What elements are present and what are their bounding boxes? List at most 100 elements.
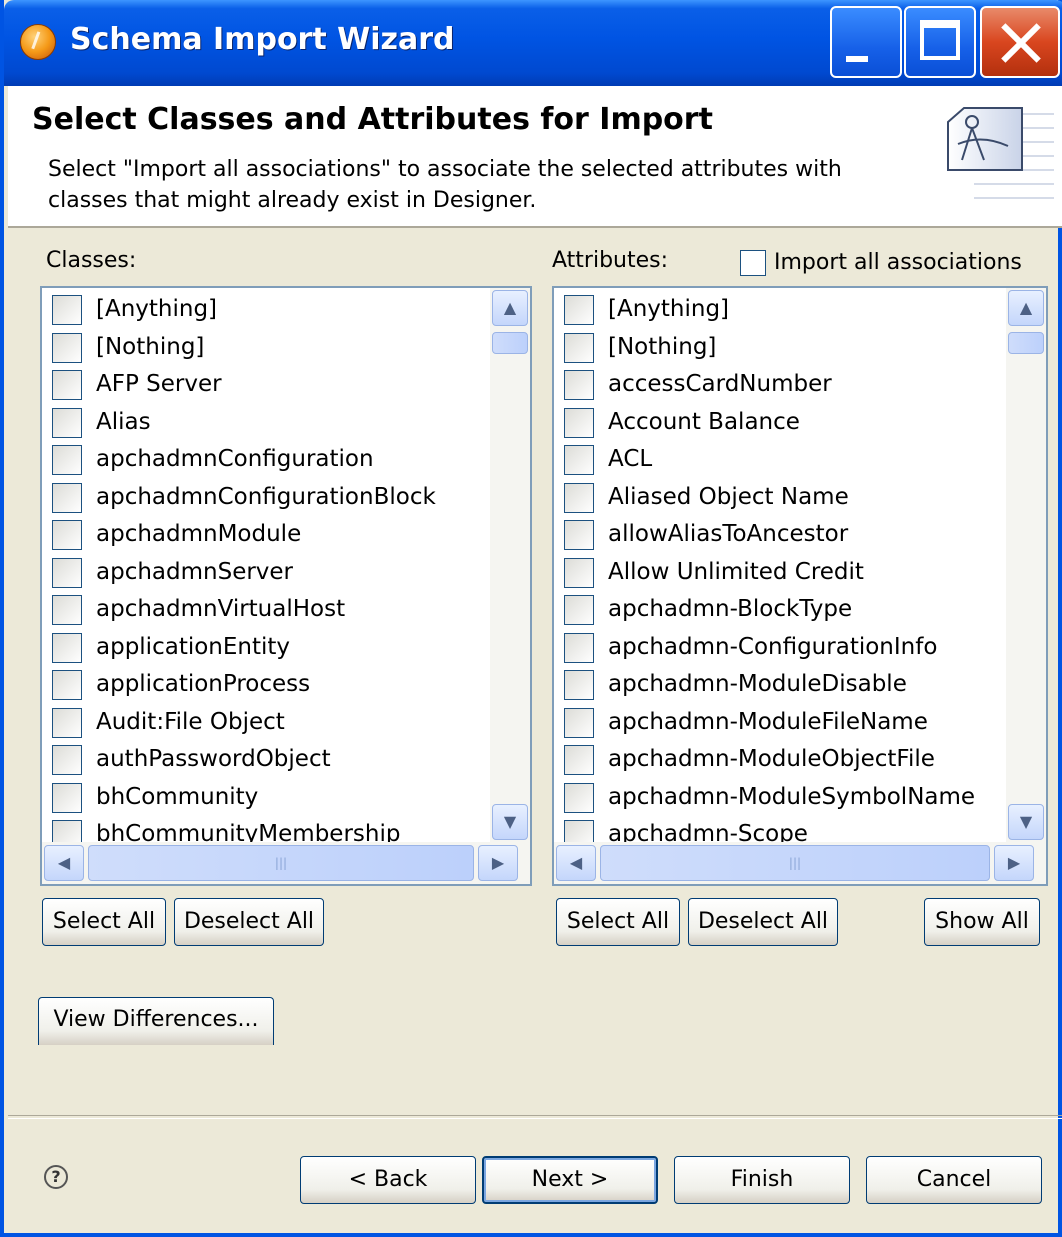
attributes-select-all-button[interactable]: Select All (556, 898, 680, 946)
cancel-button[interactable]: Cancel (866, 1156, 1042, 1204)
attribute-item-checkbox[interactable] (564, 407, 594, 438)
class-item-checkbox[interactable] (52, 670, 82, 700)
classes-list[interactable]: [Anything] [Nothing] AFP Server Alias apchad… (40, 286, 532, 886)
attribute-item-label: Account Balance (608, 408, 800, 435)
attribute-item-label: ACL (608, 446, 653, 472)
attribute-item-label: accessCardNumber (608, 371, 832, 397)
scroll-right-icon[interactable]: ▶ (478, 845, 518, 881)
scroll-left-icon[interactable]: ◀ (44, 845, 84, 881)
class-item-label: apchadmnServer (96, 558, 294, 585)
footer-separator (8, 1115, 1062, 1119)
page-description: Select "Import all associations" to asso… (48, 157, 842, 213)
attribute-item-checkbox[interactable] (564, 632, 594, 663)
attribute-item-checkbox[interactable] (564, 707, 594, 738)
scroll-up-icon[interactable]: ▲ (492, 290, 528, 326)
attributes-hscroll-thumb[interactable]: ||| (600, 845, 990, 881)
attribute-item-checkbox[interactable] (564, 332, 594, 363)
attribute-item-label: allowAliasToAncestor (608, 521, 849, 547)
attributes-horizontal-scrollbar[interactable]: ◀ ||| ▶ (554, 842, 1046, 884)
attributes-deselect-all-button[interactable]: Deselect All (688, 898, 838, 946)
class-item-checkbox[interactable] (52, 745, 82, 775)
classes-select-all-button[interactable]: Select All (42, 898, 166, 946)
class-item-checkbox[interactable] (52, 520, 82, 550)
attributes-list[interactable]: [Anything] [Nothing] accessCardNumber Accou… (552, 286, 1048, 886)
minimize-button[interactable] (830, 6, 902, 78)
attribute-item-checkbox[interactable] (564, 445, 594, 475)
attribute-item-label: Allow Unlimited Credit (608, 558, 864, 585)
classes-horizontal-scrollbar[interactable]: ◀ ||| ▶ (42, 842, 530, 884)
class-item-label: apchadmnModule (96, 521, 302, 547)
class-item-label: authPasswordObject (96, 746, 331, 772)
view-differences-button[interactable]: View Differences... (38, 997, 274, 1045)
wizard-window: Schema Import Wizard Select Classes and … (0, 0, 1062, 1237)
attribute-item-label: [Nothing] (608, 333, 717, 360)
class-item-label: apchadmnVirtualHost (96, 596, 346, 622)
scroll-left-icon[interactable]: ◀ (556, 845, 596, 881)
class-item-checkbox[interactable] (52, 482, 82, 513)
attributes-vertical-scrollbar[interactable]: ▲ ▼ (1006, 288, 1046, 842)
attribute-item-label: [Anything] (608, 296, 730, 322)
attribute-item-label: apchadmn-ConfigurationInfo (608, 633, 938, 660)
app-icon (20, 24, 56, 60)
attribute-item-label: apchadmn-ModuleDisable (608, 671, 907, 697)
scroll-right-icon[interactable]: ▶ (994, 845, 1034, 881)
back-button[interactable]: < Back (300, 1156, 476, 1204)
class-item-label: [Nothing] (96, 333, 205, 360)
page-title: Select Classes and Attributes for Import (32, 102, 713, 137)
class-item-label: bhCommunity (96, 783, 259, 810)
class-item-label: Audit:File Object (96, 708, 285, 735)
next-button[interactable]: Next > (482, 1156, 658, 1204)
classes-label: Classes: (46, 248, 137, 273)
class-item-label: AFP Server (96, 371, 222, 397)
class-item-checkbox[interactable] (52, 445, 82, 475)
class-item-checkbox[interactable] (52, 557, 82, 588)
attribute-item-checkbox[interactable] (564, 595, 594, 625)
scroll-down-icon[interactable]: ▼ (492, 804, 528, 840)
window-title: Schema Import Wizard (70, 22, 455, 57)
attribute-item-checkbox[interactable] (564, 520, 594, 550)
class-item-checkbox[interactable] (52, 632, 82, 663)
attribute-item-checkbox[interactable] (564, 370, 594, 400)
classes-vertical-scrollbar[interactable]: ▲ ▼ (490, 288, 530, 842)
attribute-item-checkbox[interactable] (564, 782, 594, 813)
class-item-checkbox[interactable] (52, 782, 82, 813)
class-item-checkbox[interactable] (52, 332, 82, 363)
attribute-item-label: apchadmn-BlockType (608, 596, 853, 622)
attribute-item-label: apchadmn-ModuleObjectFile (608, 746, 935, 772)
schema-wizard-icon (947, 107, 1054, 199)
attribute-item-checkbox[interactable] (564, 295, 594, 325)
attribute-item-checkbox[interactable] (564, 482, 594, 513)
attribute-item-checkbox[interactable] (564, 745, 594, 775)
class-item-label: apchadmnConfigurationBlock (96, 483, 436, 510)
class-item-label: [Anything] (96, 296, 218, 322)
attribute-item-checkbox[interactable] (564, 670, 594, 700)
classes-hscroll-thumb[interactable]: ||| (88, 845, 474, 881)
attribute-item-label: Aliased Object Name (608, 483, 849, 510)
attributes-vscroll-thumb[interactable] (1008, 332, 1044, 354)
class-item-checkbox[interactable] (52, 295, 82, 325)
classes-deselect-all-button[interactable]: Deselect All (174, 898, 324, 946)
wizard-header: Select Classes and Attributes for Import… (8, 86, 1062, 228)
maximize-button[interactable] (904, 6, 976, 78)
class-item-label: apchadmnConfiguration (96, 446, 374, 472)
class-item-label: Alias (96, 408, 151, 435)
close-button[interactable] (980, 6, 1060, 78)
import-all-associations-checkbox[interactable] (740, 250, 766, 276)
class-item-checkbox[interactable] (52, 370, 82, 400)
attributes-label: Attributes: (552, 248, 669, 273)
finish-button[interactable]: Finish (674, 1156, 850, 1204)
scroll-down-icon[interactable]: ▼ (1008, 804, 1044, 840)
class-item-checkbox[interactable] (52, 595, 82, 625)
attribute-item-checkbox[interactable] (564, 557, 594, 588)
show-all-button[interactable]: Show All (924, 898, 1040, 946)
scroll-up-icon[interactable]: ▲ (1008, 290, 1044, 326)
help-icon[interactable]: ? (44, 1165, 68, 1189)
import-all-associations-label[interactable]: Import all associations (774, 250, 1022, 275)
classes-vscroll-thumb[interactable] (492, 332, 528, 354)
attribute-item-label: apchadmn-ModuleFileName (608, 708, 928, 735)
title-bar[interactable]: Schema Import Wizard (4, 0, 1062, 86)
class-item-checkbox[interactable] (52, 407, 82, 438)
class-item-label: applicationEntity (96, 633, 291, 660)
class-item-label: applicationProcess (96, 671, 311, 697)
class-item-checkbox[interactable] (52, 707, 82, 738)
